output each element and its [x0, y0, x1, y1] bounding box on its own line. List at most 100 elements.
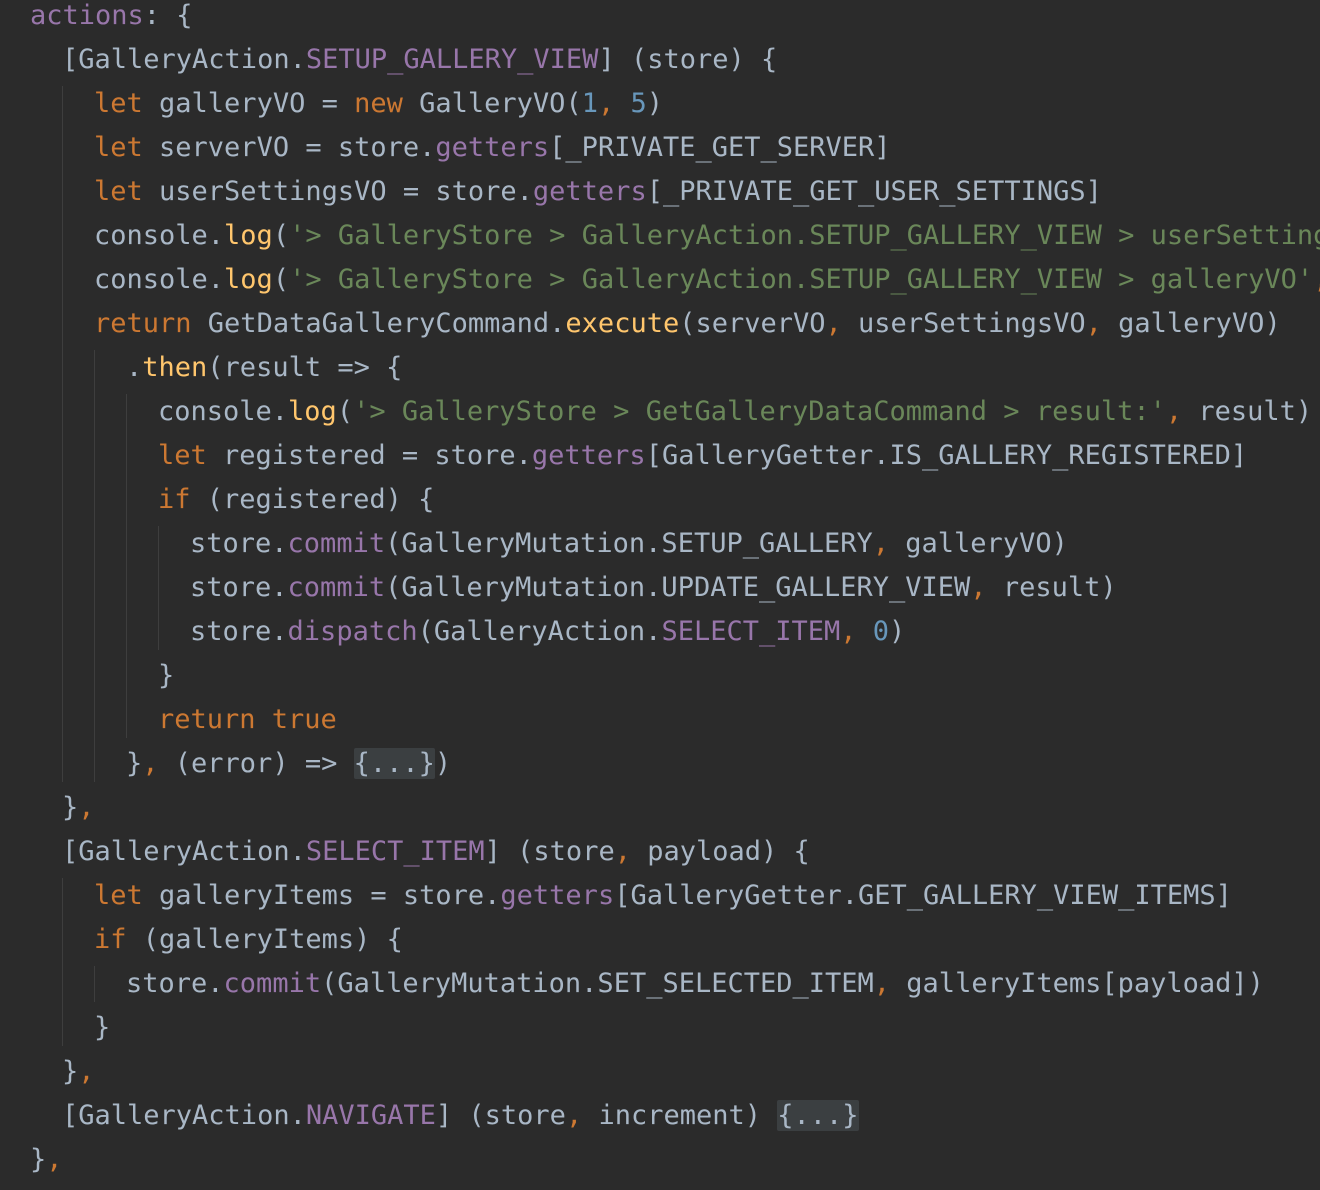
code-token: commit — [287, 572, 386, 603]
code-line[interactable]: console.log('> GalleryStore > GalleryAct… — [94, 214, 1320, 258]
code-token: 1 — [581, 88, 598, 119]
code-token: commit — [287, 528, 386, 559]
code-token: ( — [272, 264, 290, 295]
code-token: (serverVO — [679, 308, 826, 339]
code-token: ) — [889, 616, 906, 647]
code-token: } — [94, 1012, 111, 1043]
indent-guide — [62, 878, 63, 1046]
code-token: userSettingsVO — [858, 308, 1086, 339]
code-token: SETUP_GALLERY_VIEW — [305, 44, 599, 75]
folded-region[interactable]: {...} — [777, 1100, 859, 1131]
code-token: [GalleryAction. — [62, 44, 306, 75]
code-token: serverVO = store. — [159, 132, 436, 163]
code-line[interactable]: }, — [62, 786, 95, 830]
code-token: NAVIGATE — [305, 1100, 436, 1131]
code-token: , — [614, 836, 648, 867]
code-line[interactable]: store.commit(GalleryMutation.SET_SELECTE… — [126, 962, 1264, 1006]
code-token: , — [78, 792, 95, 823]
code-token: } — [158, 660, 175, 691]
code-token: [GalleryAction. — [62, 836, 306, 867]
code-token: (GalleryMutation.SETUP_GALLERY — [385, 528, 873, 559]
code-token: [GalleryGetter.IS_GALLERY_REGISTERED] — [645, 440, 1248, 471]
code-token: galleryVO = — [159, 88, 355, 119]
code-editor[interactable]: actions: {[GalleryAction.SETUP_GALLERY_V… — [0, 0, 1320, 1190]
code-token: 0 — [872, 616, 890, 647]
code-token: execute — [565, 308, 680, 339]
code-token: result) — [1002, 572, 1117, 603]
code-line[interactable]: store.commit(GalleryMutation.UPDATE_GALL… — [190, 566, 1117, 610]
code-token: new — [354, 88, 420, 119]
code-token: return true — [158, 704, 337, 735]
code-token: if — [94, 924, 143, 955]
code-token: ] (store — [484, 836, 615, 867]
code-line[interactable]: return true — [158, 698, 337, 742]
indent-guide — [62, 86, 63, 782]
code-token: result) — [1198, 396, 1313, 427]
code-token: (result => { — [207, 352, 403, 383]
code-token: return — [94, 308, 208, 339]
code-token: store. — [190, 528, 288, 559]
code-token: , — [78, 1056, 95, 1087]
code-line[interactable]: let serverVO = store.getters[_PRIVATE_GE… — [94, 126, 891, 170]
code-line[interactable]: console.log('> GalleryStore > GalleryAct… — [94, 258, 1320, 302]
code-token: galleryItems[payload]) — [906, 968, 1264, 999]
code-token: , — [970, 572, 1003, 603]
code-token: ] (store — [435, 1100, 566, 1131]
code-line[interactable]: let galleryItems = store.getters[Gallery… — [94, 874, 1232, 918]
code-token: '> GalleryStore > GalleryAction.SETUP_GA… — [289, 264, 1314, 295]
code-token: , — [565, 1100, 599, 1131]
code-line[interactable]: } — [158, 654, 174, 698]
code-token: , — [873, 968, 907, 999]
code-token: payload) { — [647, 836, 810, 867]
code-token: , — [1085, 308, 1119, 339]
code-line[interactable]: }, — [30, 1138, 63, 1182]
code-token: SELECT_ITEM — [661, 616, 841, 647]
code-token: log — [288, 396, 337, 427]
code-token: , — [46, 1144, 63, 1175]
code-token: ( — [336, 396, 354, 427]
code-line[interactable]: if (registered) { — [158, 478, 434, 522]
folded-region[interactable]: {...} — [353, 748, 435, 779]
code-line[interactable]: }, (error) => {...}) — [126, 742, 451, 786]
code-token: } — [62, 792, 79, 823]
code-token: , — [1313, 264, 1320, 295]
code-line[interactable]: [GalleryAction.SELECT_ITEM] (store, payl… — [62, 830, 810, 874]
code-line[interactable]: actions: { — [30, 0, 193, 38]
code-token: ( — [272, 220, 290, 251]
code-line[interactable]: }, — [62, 1050, 95, 1094]
code-line[interactable]: [GalleryAction.SETUP_GALLERY_VIEW] (stor… — [62, 38, 777, 82]
code-token: (registered) { — [206, 484, 435, 515]
code-token: , — [142, 748, 175, 779]
code-line[interactable]: if (galleryItems) { — [94, 918, 403, 962]
code-line[interactable]: store.dispatch(GalleryAction.SELECT_ITEM… — [190, 610, 905, 654]
code-token: ) — [646, 88, 664, 119]
code-line[interactable]: return GetDataGalleryCommand.execute(ser… — [94, 302, 1281, 346]
code-token: : { — [143, 0, 193, 31]
code-line[interactable]: } — [94, 1006, 110, 1050]
code-line[interactable]: let userSettingsVO = store.getters[_PRIV… — [94, 170, 1102, 214]
code-token: (GalleryAction. — [417, 616, 662, 647]
code-token: getters — [500, 880, 615, 911]
code-line[interactable]: store.commit(GalleryMutation.SETUP_GALLE… — [190, 522, 1068, 566]
code-token: } — [62, 1056, 79, 1087]
indent-guide — [94, 966, 95, 1002]
code-token: store. — [126, 968, 224, 999]
code-token: console. — [94, 220, 225, 251]
code-token: } — [126, 748, 143, 779]
code-token: let — [158, 440, 224, 471]
code-line[interactable]: console.log('> GalleryStore > GetGallery… — [158, 390, 1312, 434]
code-token: '> GalleryStore > GalleryAction.SETUP_GA… — [289, 220, 1320, 251]
code-token: dispatch — [287, 616, 418, 647]
code-token: } — [30, 1144, 47, 1175]
code-line[interactable]: [GalleryAction.NAVIGATE] (store, increme… — [62, 1094, 859, 1138]
code-line[interactable]: let registered = store.getters[GalleryGe… — [158, 434, 1247, 478]
code-token: userSettingsVO = store. — [159, 176, 533, 207]
code-line[interactable]: .then(result => { — [126, 346, 402, 390]
code-token: ) — [434, 748, 452, 779]
code-token: console. — [158, 396, 289, 427]
code-token: log — [224, 264, 273, 295]
code-token: '> GalleryStore > GetGalleryDataCommand … — [353, 396, 1166, 427]
code-line[interactable]: let galleryVO = new GalleryVO(1, 5) — [94, 82, 663, 126]
code-token: , — [872, 528, 906, 559]
indent-guide — [94, 350, 95, 782]
